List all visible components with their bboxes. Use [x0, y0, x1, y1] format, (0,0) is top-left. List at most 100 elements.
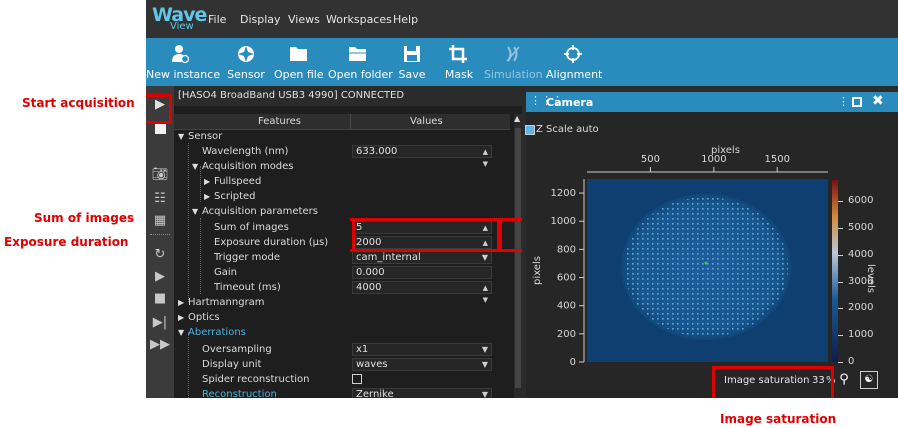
snapshot-button[interactable]: 📷︎	[146, 164, 174, 186]
annotation-sum-of-images: Sum of images	[34, 211, 135, 225]
y-tick-label: 400	[557, 301, 576, 312]
features-tree: Features Values ▲ ▼ Sensor Wavelength (n…	[174, 106, 522, 398]
trigger-mode-select[interactable]: cam_internal ▼	[352, 251, 492, 264]
stop-icon	[154, 123, 166, 134]
tree-row-acquisition-parameters[interactable]: ▼ Acquisition parameters	[174, 204, 510, 219]
zoom-button[interactable]: ⚲	[836, 372, 852, 388]
spot-grid	[624, 197, 788, 337]
annotation-start-acquisition: Start acquisition	[22, 96, 135, 110]
sensor-button[interactable]: Sensor	[226, 38, 266, 86]
start-acquisition-highlight	[146, 94, 172, 124]
expanded-arrow-icon: ▼	[192, 162, 199, 171]
menu-display[interactable]: Display	[240, 13, 281, 26]
y-tick-label: 1000	[551, 216, 576, 227]
simulation-icon	[506, 46, 520, 62]
tree-row-optics[interactable]: ▶ Optics	[174, 310, 510, 325]
x-axis-label: pixels	[711, 145, 740, 156]
gain-input[interactable]: 0.000	[352, 266, 492, 279]
dropdown-arrow-icon: ▼	[481, 253, 488, 262]
tree-row-oversampling[interactable]: Oversampling x1 ▼	[174, 342, 510, 357]
expanded-arrow-icon: ▼	[178, 132, 185, 141]
folder-open-icon	[349, 47, 366, 61]
tree-row-fullspeed[interactable]: ▶ Fullspeed	[174, 174, 510, 189]
reset-button[interactable]: ↻	[146, 244, 174, 266]
save-icon	[404, 46, 420, 62]
tree-row-timeout[interactable]: Timeout (ms) 4000 ▲ ▼	[174, 280, 510, 304]
tree-row-aberrations[interactable]: ▼ Aberrations	[174, 325, 510, 340]
colorbar-tick-label: 4000	[848, 248, 874, 260]
fast-forward-button[interactable]: ▶▶	[146, 334, 174, 356]
tree-row-sensor[interactable]: ▼ Sensor	[174, 129, 510, 144]
y-tick-label: 800	[557, 244, 576, 255]
menu-views[interactable]: Views	[288, 13, 320, 26]
reset-view-button[interactable]: ☯	[860, 371, 878, 389]
reset-view-icon: ☯	[864, 374, 874, 385]
tree-row-spider-reconstruction[interactable]: Spider reconstruction	[174, 372, 510, 387]
features-column-header: Features	[258, 116, 301, 127]
tree-row-reconstruction[interactable]: Reconstruction Zernike ▼	[174, 387, 510, 398]
y-tick-label: 0	[570, 357, 576, 368]
dropdown-arrow-icon: ▼	[481, 360, 488, 369]
simulation-button[interactable]: Simulation	[484, 38, 543, 86]
reference-button[interactable]: ☷	[146, 188, 174, 210]
tree-header: Features Values	[174, 114, 510, 130]
y-tick-label: 600	[557, 273, 576, 284]
image-saturation-highlight	[712, 366, 834, 398]
reconstruction-select[interactable]: Zernike ▼	[352, 388, 492, 398]
open-folder-button[interactable]: Open folder	[328, 38, 393, 86]
dropdown-arrow-icon: ▼	[481, 390, 488, 398]
stop-sequence-button[interactable]: ■	[146, 288, 174, 310]
new-instance-icon	[172, 45, 190, 64]
crosshair-icon	[564, 45, 582, 63]
tree-row-wavelength[interactable]: Wavelength (nm) 633.000 ▲ ▼	[174, 144, 510, 168]
collapsed-arrow-icon: ▶	[178, 298, 185, 307]
main-toolbar: New instance Sensor Open file Open folde…	[146, 38, 898, 86]
tree-row-scripted[interactable]: ▶ Scripted	[174, 189, 510, 204]
menu-help[interactable]: Help	[393, 13, 418, 26]
oversampling-select[interactable]: x1 ▼	[352, 343, 492, 356]
colorbar-axis-label: levels	[865, 264, 876, 293]
values-column-header: Values	[410, 116, 443, 127]
waveview-logo: Wave View	[152, 4, 207, 32]
tree-row-trigger-mode[interactable]: Trigger mode cam_internal ▼	[174, 250, 510, 265]
collapsed-arrow-icon: ▶	[178, 313, 185, 322]
new-instance-button[interactable]: New instance	[146, 38, 220, 86]
mask-button[interactable]: Mask	[442, 38, 476, 86]
colorbar-tick-label: 2000	[848, 302, 874, 314]
tree-scrollbar[interactable]: ▲	[514, 114, 522, 398]
menu-file[interactable]: File	[208, 13, 226, 26]
annotation-exposure-duration: Exposure duration	[4, 235, 129, 249]
play-icon: ▶	[155, 269, 165, 284]
expanded-arrow-icon: ▼	[192, 207, 199, 216]
tree-row-display-unit[interactable]: Display unit waves ▼	[174, 357, 510, 372]
scroll-up-icon: ▲	[514, 114, 521, 123]
camera-image-plot[interactable]: 500 1000 1500pixels120010008006004002000pi…	[526, 92, 898, 398]
film-button[interactable]: ▦	[146, 210, 174, 232]
spider-reconstruction-checkbox[interactable]	[352, 374, 362, 384]
sum-exposure-highlight	[352, 218, 502, 252]
wavelength-input[interactable]: 633.000 ▲ ▼	[352, 145, 492, 168]
display-unit-select[interactable]: waves ▼	[352, 358, 492, 371]
tree-row-acquisition-modes[interactable]: ▼ Acquisition modes	[174, 159, 510, 174]
camera-icon: 📷︎	[151, 167, 169, 182]
folder-icon	[290, 47, 307, 61]
play-sequence-button[interactable]: ▶	[146, 266, 174, 288]
collapsed-arrow-icon: ▶	[204, 177, 211, 186]
menu-workspaces[interactable]: Workspaces	[326, 13, 392, 26]
fast-forward-icon: ▶▶	[150, 337, 170, 352]
save-button[interactable]: Save	[396, 38, 428, 86]
crop-icon	[449, 45, 467, 63]
timeout-input[interactable]: 4000 ▲ ▼	[352, 281, 492, 304]
open-file-button[interactable]: Open file	[274, 38, 324, 86]
step-button[interactable]: ▶|	[146, 312, 174, 334]
y-tick-label: 200	[557, 329, 576, 340]
magnifier-icon: ⚲	[839, 372, 849, 387]
reset-icon: ↻	[154, 247, 166, 262]
group-icon: ☷	[154, 191, 166, 206]
annotation-image-saturation: Image saturation	[720, 412, 837, 426]
tree-row-hartmanngram[interactable]: ▶ Hartmanngram	[174, 295, 510, 310]
colorbar-tick-label: 5000	[848, 222, 874, 234]
colorbar-tick-label: 0	[848, 356, 855, 367]
tree-row-gain[interactable]: Gain 0.000	[174, 265, 510, 280]
alignment-button[interactable]: Alignment	[546, 38, 602, 86]
